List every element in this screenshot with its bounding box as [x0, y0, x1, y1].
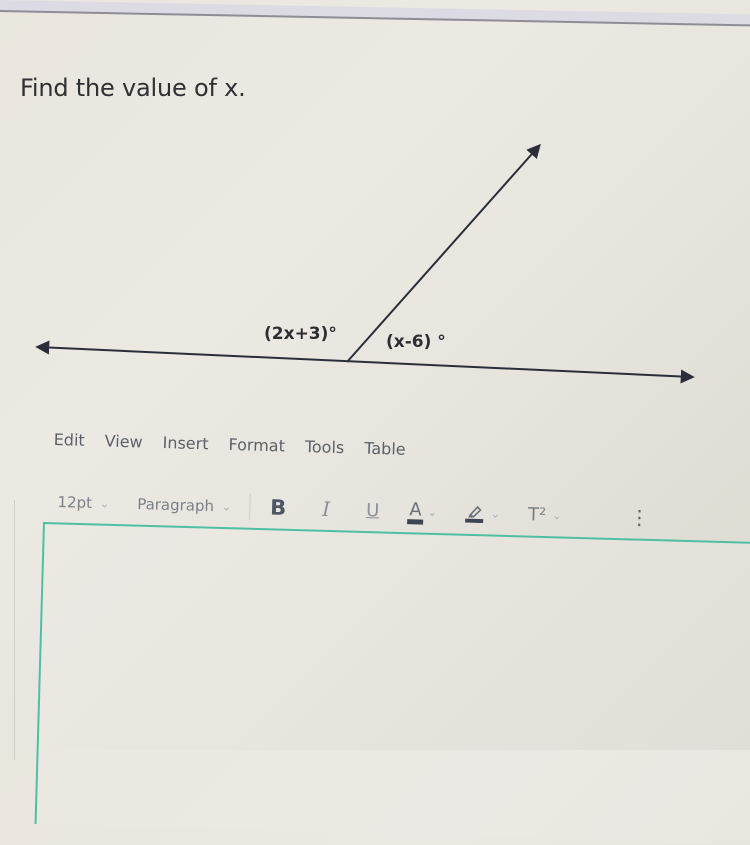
menu-insert[interactable]: Insert	[162, 433, 208, 470]
text-color-dropdown-chevron[interactable]: ⌄	[427, 505, 437, 518]
rich-text-editor-area[interactable]	[34, 522, 750, 845]
highlight-color-button[interactable]	[465, 503, 486, 524]
question-prompt: Find the value of x.	[20, 74, 246, 102]
superscript-icon: T²	[527, 503, 547, 526]
highlighter-icon	[465, 505, 484, 524]
ray	[346, 143, 541, 363]
menu-edit[interactable]: Edit	[53, 430, 85, 467]
chevron-down-icon: ⌄	[99, 496, 110, 510]
block-format-select[interactable]: Paragraph ⌄	[137, 495, 232, 515]
text-color-button[interactable]: A	[406, 498, 424, 525]
angle-diagram: (2x+3)° (x-6) °	[35, 143, 695, 384]
straight-line	[35, 340, 695, 384]
menu-format[interactable]: Format	[228, 435, 285, 473]
text-color-icon: A	[406, 498, 424, 525]
superscript-dropdown-chevron[interactable]: ⌄	[552, 508, 562, 521]
toolbar-divider	[248, 494, 251, 521]
block-format-value: Paragraph	[136, 495, 215, 516]
diagram-container: (2x+3)° (x-6) °	[20, 130, 750, 400]
italic-button[interactable]: I	[322, 497, 331, 521]
menu-tools[interactable]: Tools	[304, 437, 345, 474]
color-swatch-bar	[406, 518, 424, 525]
editor-menubar: Edit View Insert Format Tools Table	[53, 430, 474, 478]
menu-table[interactable]: Table	[364, 439, 406, 476]
angle-label-right: (x-6) °	[386, 332, 446, 352]
font-size-select[interactable]: 12pt ⌄	[57, 493, 109, 512]
page-left-border	[14, 500, 15, 760]
menu-view[interactable]: View	[104, 431, 142, 468]
highlight-dropdown-chevron[interactable]: ⌄	[491, 507, 501, 520]
more-options-icon[interactable]: ⋮	[629, 505, 650, 530]
screen-top-edge	[0, 0, 750, 27]
font-size-value: 12pt	[57, 492, 93, 512]
superscript-button[interactable]: T²	[528, 504, 547, 525]
chevron-down-icon: ⌄	[221, 499, 232, 514]
bold-button[interactable]: B	[270, 496, 287, 520]
underline-button[interactable]: U	[366, 500, 380, 521]
text-color-glyph: A	[409, 498, 422, 521]
angle-label-left: (2x+3)°	[264, 324, 337, 344]
